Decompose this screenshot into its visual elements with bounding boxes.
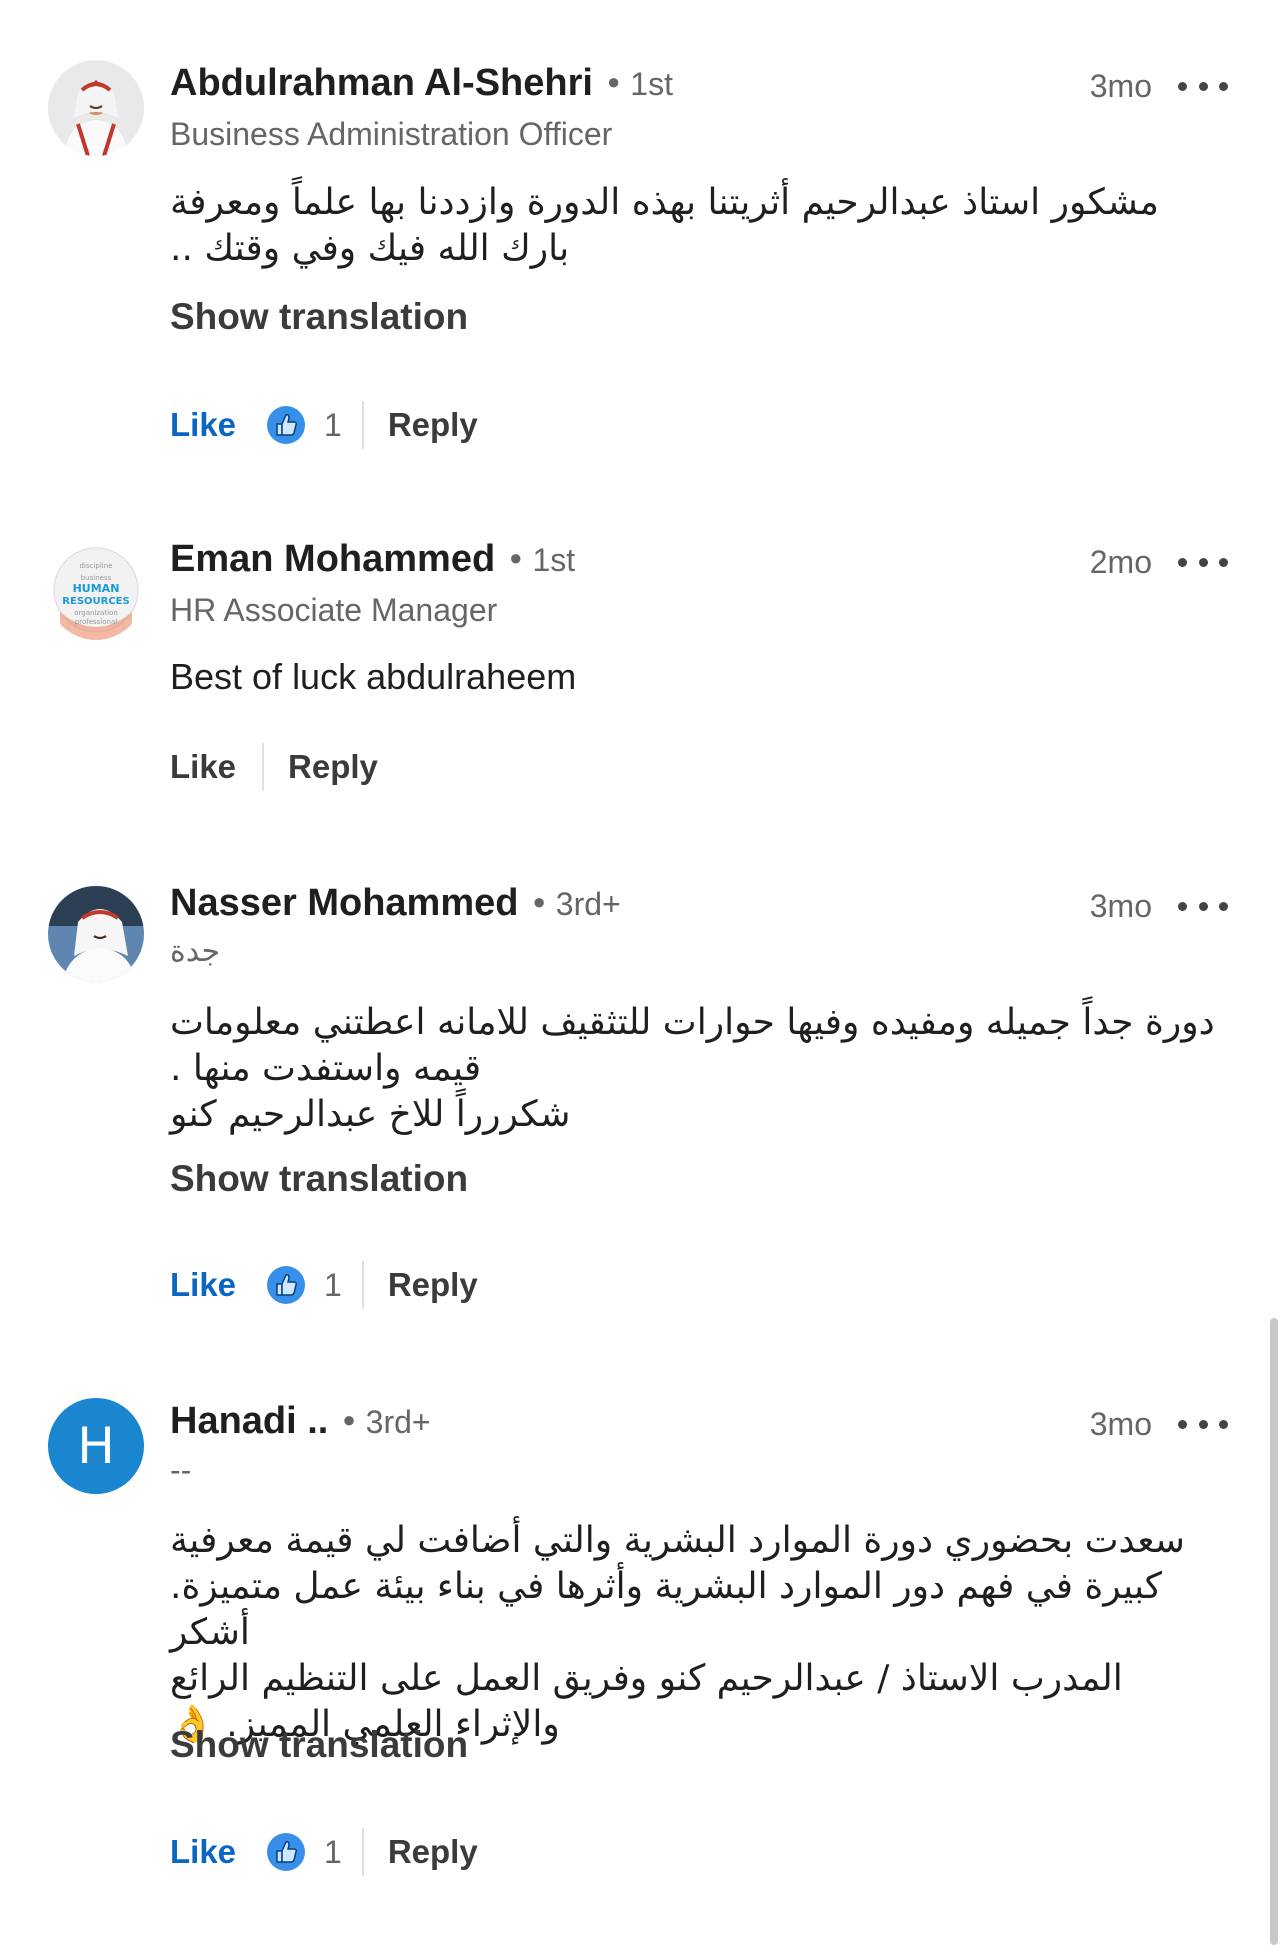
svg-text:HUMAN: HUMAN [73, 582, 120, 595]
dot-icon [1198, 901, 1208, 911]
action-divider [262, 743, 265, 791]
comment-text: Best of luck abdulraheem [170, 656, 577, 697]
connection-degree: 1st [630, 66, 673, 102]
dot-icon [1198, 81, 1208, 91]
author-avatar[interactable] [48, 886, 144, 982]
svg-text:professional: professional [75, 618, 117, 626]
separator-dot: ● [342, 1407, 356, 1432]
comment-actions: Like 1 Reply [170, 1827, 478, 1877]
comment-header: Eman Mohammed ● 1st [170, 538, 575, 581]
author-headline: -- [170, 1452, 192, 1488]
action-divider [361, 1261, 364, 1309]
action-divider [361, 401, 364, 449]
author-name[interactable]: Abdulrahman Al-Shehri [170, 62, 593, 105]
svg-text:business: business [81, 574, 112, 582]
svg-text:RESOURCES: RESOURCES [62, 596, 129, 607]
like-button[interactable]: Like [170, 1266, 236, 1304]
comment-time: 3mo [1089, 1406, 1152, 1442]
dot-icon [1219, 81, 1228, 91]
dot-icon [1219, 901, 1228, 911]
connection-degree: 1st [532, 542, 576, 578]
comment-text: سعدت بحضوري دورة الموارد البشرية والتي أ… [170, 1520, 1185, 1745]
show-translation-link[interactable]: Show translation [170, 1158, 468, 1200]
dot-icon [1219, 557, 1228, 567]
thumbs-up-reaction-icon[interactable] [266, 1832, 306, 1872]
like-button[interactable]: Like [170, 406, 236, 444]
comment-time: 3mo [1089, 888, 1152, 924]
author-avatar[interactable]: discipline business HUMAN RESOURCES orga… [48, 544, 144, 640]
reply-button[interactable]: Reply [288, 748, 378, 786]
dot-icon [1198, 557, 1208, 567]
reply-button[interactable]: Reply [388, 406, 478, 444]
thumbs-up-reaction-icon[interactable] [266, 405, 306, 445]
separator-dot: ● [532, 889, 546, 914]
svg-text:discipline: discipline [80, 562, 113, 570]
comment-text: مشكور استاذ عبدالرحيم أثريتنا بهذه الدور… [170, 182, 1159, 269]
action-divider [361, 1828, 364, 1876]
comment-header: Abdulrahman Al-Shehri ● 1st [170, 62, 673, 105]
more-options-button[interactable] [1178, 76, 1228, 96]
separator-dot: ● [606, 69, 621, 94]
thumbs-up-reaction-icon[interactable] [266, 1265, 306, 1305]
dot-icon [1178, 557, 1187, 567]
show-translation-link[interactable]: Show translation [170, 1724, 468, 1766]
separator-dot: ● [509, 545, 523, 570]
author-name[interactable]: Nasser Mohammed [170, 882, 518, 925]
dot-icon [1178, 81, 1187, 91]
connection-degree: 3rd+ [365, 1404, 431, 1440]
comment-header: Hanadi .. ● 3rd+ [170, 1400, 431, 1443]
reply-button[interactable]: Reply [388, 1833, 478, 1871]
svg-text:organization: organization [74, 609, 118, 617]
comment-actions: Like Reply [170, 742, 378, 792]
author-headline: جدة [170, 934, 221, 969]
dot-icon [1198, 1419, 1208, 1429]
comment-time: 3mo [1089, 68, 1152, 104]
like-count: 1 [324, 1266, 342, 1303]
scrollbar-thumb[interactable] [1270, 1318, 1278, 1945]
comment-actions: Like 1 Reply [170, 400, 478, 450]
like-count: 1 [324, 406, 342, 443]
dot-icon [1178, 901, 1187, 911]
more-options-button[interactable] [1178, 552, 1228, 572]
more-options-button[interactable] [1178, 1414, 1228, 1434]
author-name[interactable]: Eman Mohammed [170, 538, 495, 581]
comment-actions: Like 1 Reply [170, 1260, 478, 1310]
comment-header: Nasser Mohammed ● 3rd+ [170, 882, 621, 925]
author-avatar[interactable]: H [48, 1398, 144, 1494]
comment-time: 2mo [1089, 544, 1152, 580]
like-count: 1 [324, 1833, 342, 1870]
show-translation-link[interactable]: Show translation [170, 296, 468, 338]
connection-degree: 3rd+ [555, 886, 621, 922]
reply-button[interactable]: Reply [388, 1266, 478, 1304]
author-avatar[interactable] [48, 60, 144, 156]
like-button[interactable]: Like [170, 748, 236, 786]
author-name[interactable]: Hanadi .. [170, 1400, 328, 1443]
author-headline: Business Administration Officer [170, 116, 613, 152]
dot-icon [1178, 1419, 1187, 1429]
more-options-button[interactable] [1178, 896, 1228, 916]
author-headline: HR Associate Manager [170, 592, 498, 628]
like-button[interactable]: Like [170, 1833, 236, 1871]
dot-icon [1219, 1419, 1228, 1429]
comment-text: دورة جداً جميله ومفيده وفيها حوارات للتث… [170, 1002, 1215, 1135]
